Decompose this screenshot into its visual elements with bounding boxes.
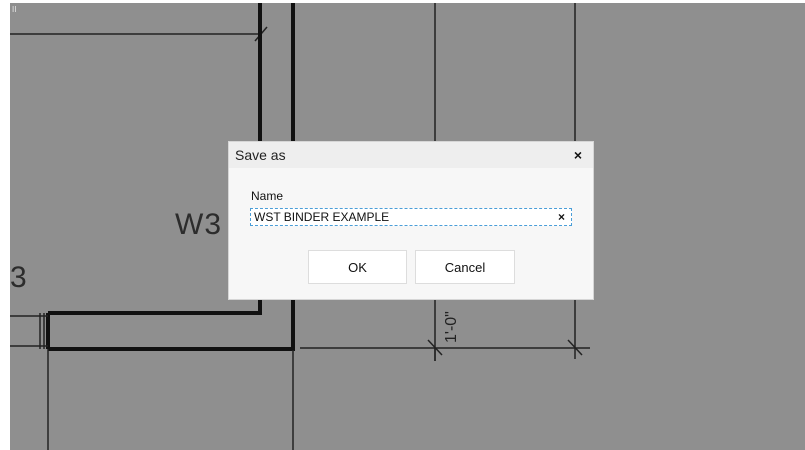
dialog-header: Save as ×: [229, 142, 593, 168]
room-label-3: 3: [10, 261, 28, 294]
dialog-title: Save as: [235, 147, 286, 163]
room-label-w3: W3: [175, 208, 222, 241]
corner-mark: II: [12, 5, 17, 14]
dimension-text: 1'-0": [443, 311, 460, 343]
name-field-label: Name: [251, 189, 284, 203]
save-as-dialog: Save as × Name × OK Cancel: [228, 141, 594, 300]
name-field: ×: [250, 208, 572, 226]
name-input[interactable]: [254, 209, 544, 225]
close-icon[interactable]: ×: [574, 147, 582, 163]
ok-button[interactable]: OK: [308, 250, 407, 284]
cancel-button[interactable]: Cancel: [415, 250, 515, 284]
app-window: 1'-0" II W3 3 Save as × Name × OK Cancel: [0, 0, 805, 450]
clear-icon[interactable]: ×: [558, 210, 565, 224]
